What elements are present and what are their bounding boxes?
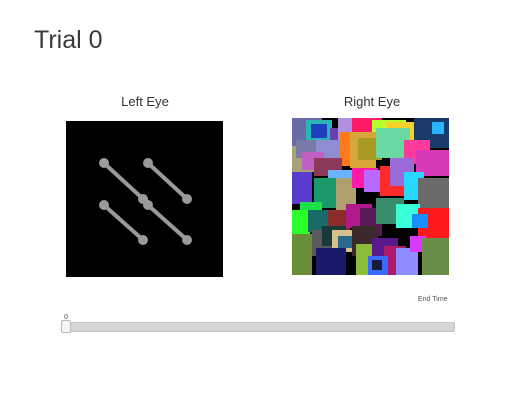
left-eye-label: Left Eye [121, 94, 169, 109]
bar-bottom-right-end [143, 200, 153, 210]
end-time-label: End Time [418, 296, 448, 303]
bar-bottom-left-end [99, 200, 109, 210]
timeline-slider-track[interactable] [64, 322, 455, 332]
bar-top-left-end [99, 158, 109, 168]
bar-bottom-right-end-b [182, 235, 192, 245]
left-eye-bars [99, 158, 192, 245]
right-eye-label: Right Eye [343, 94, 401, 109]
bar-bottom-left-end-b [138, 235, 148, 245]
bar-top-left [103, 162, 144, 200]
right-eye-mask [292, 118, 449, 275]
timeline-slider-handle[interactable] [61, 320, 71, 333]
bar-top-right [147, 162, 188, 200]
bar-top-right-end-b [182, 194, 192, 204]
right-eye-stimulus [292, 118, 449, 275]
trial-title: Trial 0 [34, 26, 103, 54]
bar-bottom-right [147, 204, 188, 241]
left-eye-stimulus [66, 121, 223, 277]
bar-top-right-end [143, 158, 153, 168]
bar-bottom-left [103, 204, 144, 241]
